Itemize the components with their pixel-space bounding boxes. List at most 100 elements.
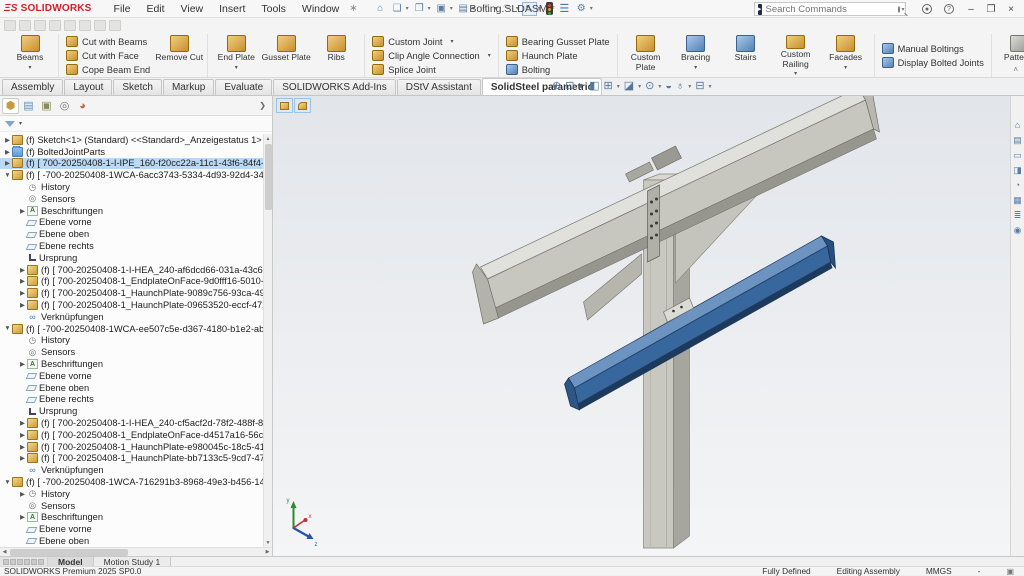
expand-arrow-icon[interactable]: ▶	[18, 360, 27, 368]
tree-item[interactable]: ∞Verknüpfungen	[0, 311, 272, 323]
ribbon-button-facades[interactable]: Facades▾	[821, 34, 871, 77]
graphics-viewport[interactable]: y x z	[273, 96, 1010, 556]
status-tag-icon[interactable]: ▣	[1006, 567, 1014, 576]
view-settings-caret-icon[interactable]: ▾	[709, 83, 712, 90]
close-button[interactable]: ×	[1002, 1, 1020, 17]
search-caret-icon[interactable]: ▾	[902, 6, 905, 13]
filter-caret-icon[interactable]: ▾	[19, 120, 22, 127]
print-icon[interactable]: ▤	[456, 2, 471, 16]
tab-assembly[interactable]: Assembly	[2, 79, 63, 95]
zoom-fit-icon[interactable]: ⊕	[552, 80, 561, 92]
tree-item[interactable]: Ebene rechts	[0, 394, 272, 406]
tree-item[interactable]: ◎Sensors	[0, 193, 272, 205]
tree-vertical-scrollbar[interactable]: ▲▼	[263, 134, 272, 547]
options-caret-icon[interactable]: ▾	[590, 5, 593, 12]
property-manager-tab[interactable]: ▤	[20, 98, 37, 114]
expand-arrow-icon[interactable]: ▶	[18, 266, 27, 274]
ribbon-button-stairs[interactable]: Stairs	[721, 34, 771, 77]
ribbon-button-cut-with-face[interactable]: Cut with Face	[62, 49, 154, 62]
apply-scene-caret-icon[interactable]: ▾	[688, 83, 691, 90]
ribbon-button-display-bolted-joints[interactable]: Display Bolted Joints	[878, 56, 988, 69]
ribbon-button-bolting[interactable]: Bolting	[502, 63, 614, 76]
dropdown-caret-icon[interactable]: ▾	[28, 64, 31, 71]
open-caret-icon[interactable]: ▾	[428, 5, 431, 12]
new-icon[interactable]: ❏	[390, 2, 405, 16]
tree-item[interactable]: ▶ABeschriftungen	[0, 358, 272, 370]
search-icon[interactable]	[898, 6, 900, 13]
tree-item[interactable]: ▶(f) BoltedJointParts	[0, 146, 272, 158]
edit-appearance-icon[interactable]: ◒	[665, 80, 672, 92]
tree-item[interactable]: ▶(f) [ 700-20250408-1-I-IPE_160-f20cc22a…	[0, 158, 272, 170]
ribbon-button-remove-cut[interactable]: Remove Cut	[154, 34, 204, 77]
menu-window[interactable]: Window	[294, 2, 347, 16]
tree-item[interactable]: Ursprung	[0, 405, 272, 417]
tab-solidworks-add-ins[interactable]: SOLIDWORKS Add-Ins	[273, 79, 395, 95]
file-explorer-icon[interactable]: ▭	[1011, 148, 1024, 162]
ribbon-button-manual-boltings[interactable]: Manual Boltings	[878, 42, 988, 55]
open-icon[interactable]: ❐	[412, 2, 427, 16]
docked-tool-icon[interactable]	[109, 20, 121, 31]
docked-tool-icon[interactable]	[34, 20, 46, 31]
options-icon[interactable]: ⚙	[574, 2, 589, 16]
login-icon[interactable]: ●	[919, 2, 935, 16]
ribbon-button-ribs[interactable]: Ribs	[311, 34, 361, 77]
dropdown-caret-icon[interactable]: ▾	[794, 70, 797, 77]
search-input[interactable]	[766, 4, 898, 15]
tree-item[interactable]: ◷History	[0, 335, 272, 347]
docked-tool-icon[interactable]	[94, 20, 106, 31]
appearances-icon[interactable]: ◔	[1011, 178, 1024, 192]
expand-arrow-icon[interactable]: ▼	[3, 172, 12, 179]
section-view-icon[interactable]: ◧	[589, 80, 599, 92]
tree-item[interactable]: ∞Verknüpfungen	[0, 464, 272, 476]
rebuild-icon[interactable]	[546, 2, 553, 15]
dropdown-caret-icon[interactable]: ▾	[694, 64, 697, 71]
tree-item[interactable]: ◎Sensors	[0, 500, 272, 512]
tree-item[interactable]: ▶(f) [ 700-20250408-1_HaunchPlate-bb7133…	[0, 453, 272, 465]
menu-insert[interactable]: Insert	[211, 2, 253, 16]
ribbon-button-cut-with-beams[interactable]: Cut with Beams	[62, 35, 154, 48]
save-caret-icon[interactable]: ▾	[450, 5, 453, 12]
profiles-icon[interactable]: ≣	[1011, 208, 1024, 222]
expand-arrow-icon[interactable]: ▶	[18, 289, 27, 297]
breadcrumb-part-icon[interactable]	[294, 98, 311, 113]
menu-view[interactable]: View	[173, 2, 212, 16]
tree-item[interactable]: ▼(f) [ -700-20250408-1WCA-6acc3743-5334-…	[0, 169, 272, 181]
tree-item[interactable]: Ebene oben	[0, 228, 272, 240]
home-icon[interactable]: ⌂	[373, 2, 388, 16]
menu-file[interactable]: File	[106, 2, 139, 16]
display-style-icon[interactable]: ◪	[624, 80, 634, 92]
tab-markup[interactable]: Markup	[163, 79, 214, 95]
select-icon[interactable]: ↖	[522, 2, 537, 16]
tree-item[interactable]: ▶(f) [ 700-20250408-1_EndplateOnFace-9d0…	[0, 276, 272, 288]
ribbon-button-splice-joint[interactable]: Splice Joint	[368, 63, 495, 76]
ribbon-button-beams[interactable]: Beams▾	[5, 34, 55, 77]
tab-model[interactable]: Model	[48, 557, 94, 566]
view-palette-icon[interactable]: ◨	[1011, 163, 1024, 177]
redo-caret-icon[interactable]: ▾	[516, 5, 519, 12]
tab-sketch[interactable]: Sketch	[113, 79, 162, 95]
hide-show-caret-icon[interactable]: ▾	[658, 83, 661, 90]
breadcrumb-assembly-icon[interactable]	[276, 98, 293, 113]
feature-manager-tab[interactable]: ⬢	[2, 98, 19, 114]
expand-arrow-icon[interactable]: ▶	[3, 148, 12, 156]
print-caret-icon[interactable]: ▾	[472, 5, 475, 12]
display-style-caret-icon[interactable]: ▾	[638, 83, 641, 90]
docked-tool-icon[interactable]	[4, 20, 16, 31]
tree-item[interactable]: ▶◷History	[0, 488, 272, 500]
undo-icon[interactable]: ↶	[478, 2, 493, 16]
search-commands-box[interactable]: ▸ ▾	[754, 2, 906, 16]
design-library-icon[interactable]: ▤	[1011, 133, 1024, 147]
dropdown-caret-icon[interactable]: ▾	[451, 38, 454, 45]
dropdown-caret-icon[interactable]: ▾	[844, 64, 847, 71]
tree-item[interactable]: Ebene rechts	[0, 240, 272, 252]
ribbon-button-cope-beam-end[interactable]: Cope Beam End	[62, 63, 154, 76]
tree-item[interactable]: ▶(f) [ 700-20250408-1_HaunchPlate-9089c7…	[0, 287, 272, 299]
tab-dstv-assistant[interactable]: DStV Assistant	[397, 79, 481, 95]
zoom-area-icon[interactable]: ⊡	[565, 80, 574, 92]
ribbon-button-bearing-gusset-plate[interactable]: Bearing Gusset Plate	[502, 35, 614, 48]
expand-arrow-icon[interactable]: ▶	[18, 277, 27, 285]
tree-item[interactable]: ▶(f) [ 700-20250408-1_HaunchPlate-096535…	[0, 299, 272, 311]
tree-item[interactable]: ◷History	[0, 181, 272, 193]
apply-scene-icon[interactable]: ♁	[676, 80, 684, 92]
ribbon-button-patterns[interactable]: Patterns	[995, 34, 1024, 77]
